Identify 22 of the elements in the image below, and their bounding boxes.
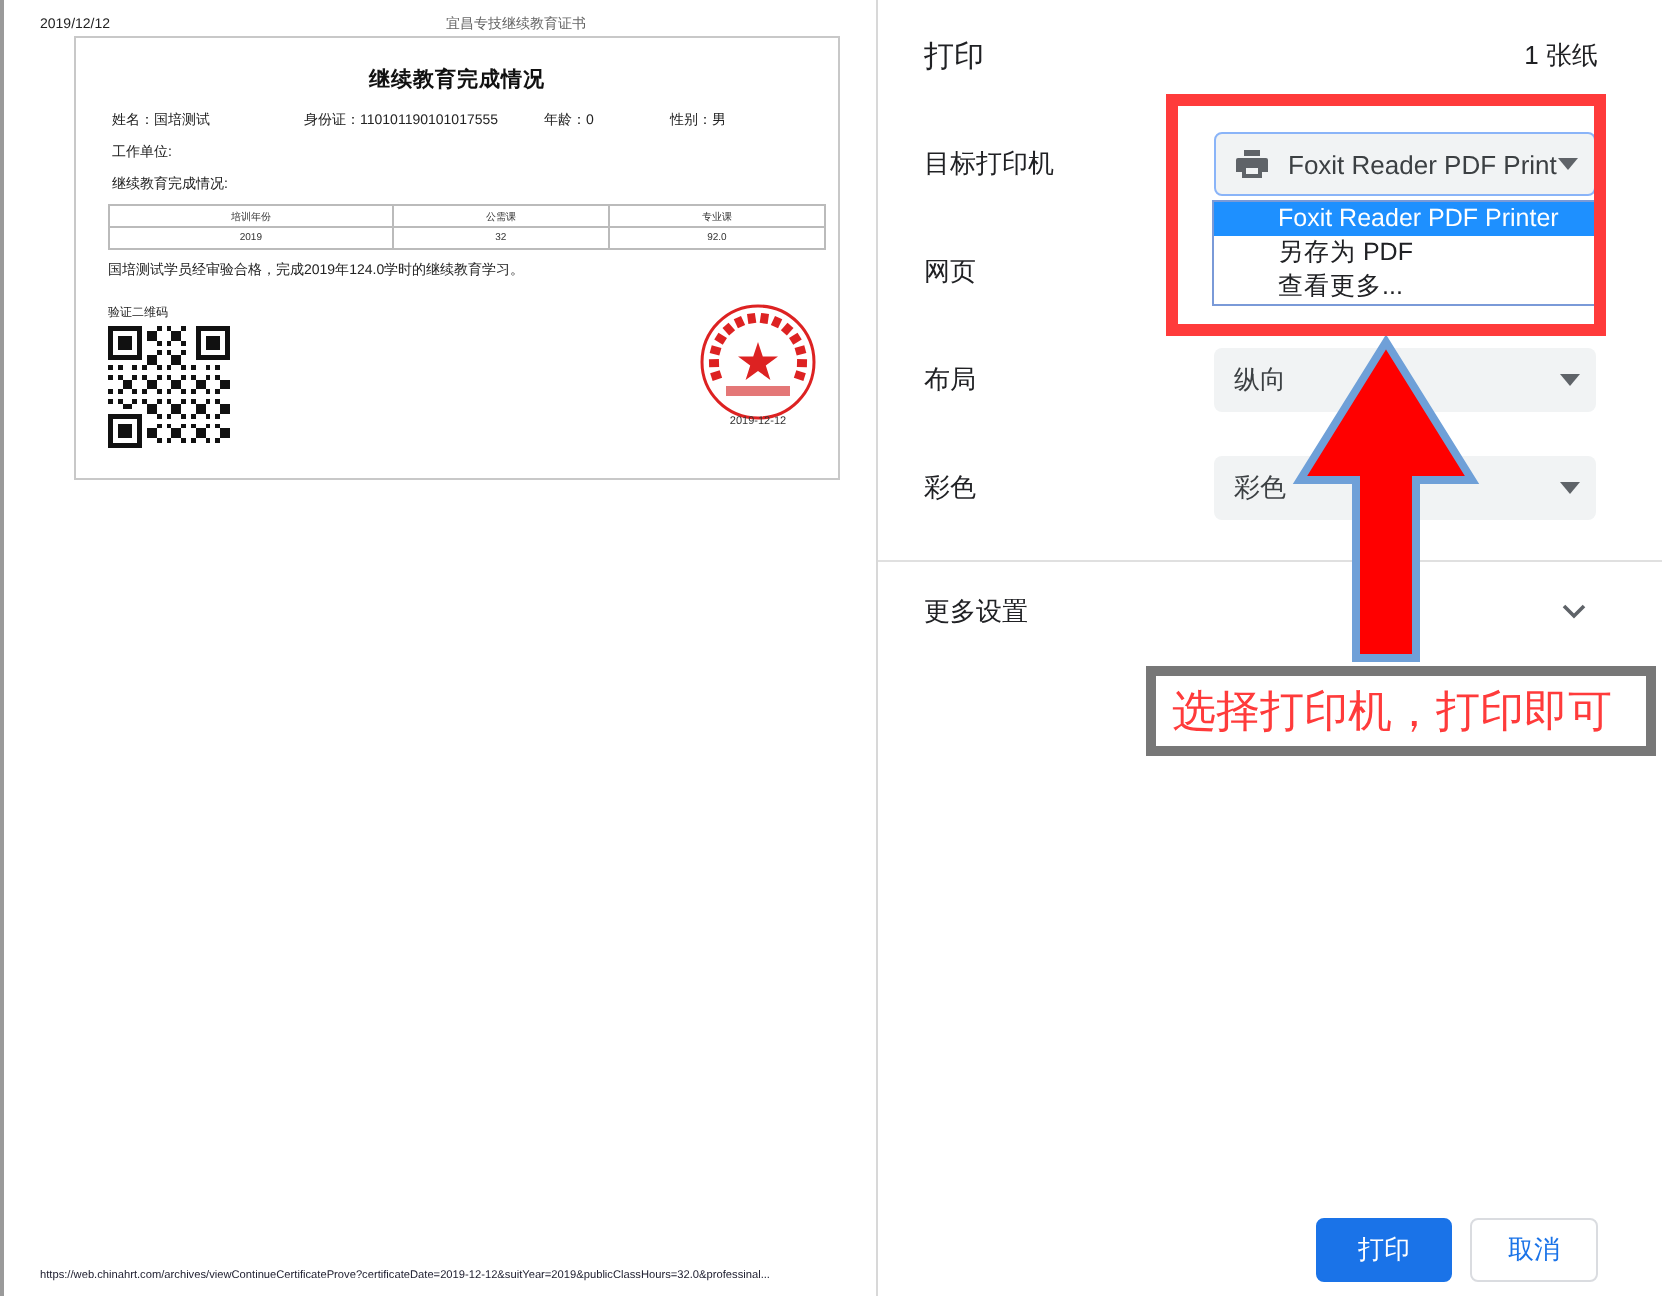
certificate-title: 继续教育完成情况 xyxy=(366,66,547,94)
setting-label: 彩色 xyxy=(924,470,978,506)
menu-option[interactable]: 另存为 PDF xyxy=(1214,236,1594,270)
caret-icon xyxy=(1560,374,1580,386)
arrow-up-icon xyxy=(1292,336,1480,664)
printer-icon xyxy=(1236,150,1268,178)
print-button[interactable]: 打印 xyxy=(1316,1218,1452,1282)
qr-code-drawing xyxy=(108,326,230,448)
seal-drawing xyxy=(698,302,818,422)
dialog-title: 打印 xyxy=(924,37,984,75)
setting-label: 目标打印机 xyxy=(924,146,1056,182)
cancel-button[interactable]: 取消 xyxy=(1470,1218,1598,1282)
chevron-down-icon xyxy=(1562,604,1586,620)
caret-icon xyxy=(1558,158,1578,170)
setting-label: 网页 xyxy=(924,254,978,290)
sheet-count: 1 张纸 xyxy=(1524,38,1598,74)
printer-select[interactable]: Foxit Reader PDF Print xyxy=(1214,132,1596,196)
menu-option[interactable]: 查看更多... xyxy=(1214,270,1594,304)
setting-label: 布局 xyxy=(924,362,978,398)
caret-icon xyxy=(1560,482,1580,494)
more-settings-row[interactable]: 更多设置 xyxy=(924,562,1598,662)
callout-text: 选择打印机，打印即可 xyxy=(1146,666,1656,756)
